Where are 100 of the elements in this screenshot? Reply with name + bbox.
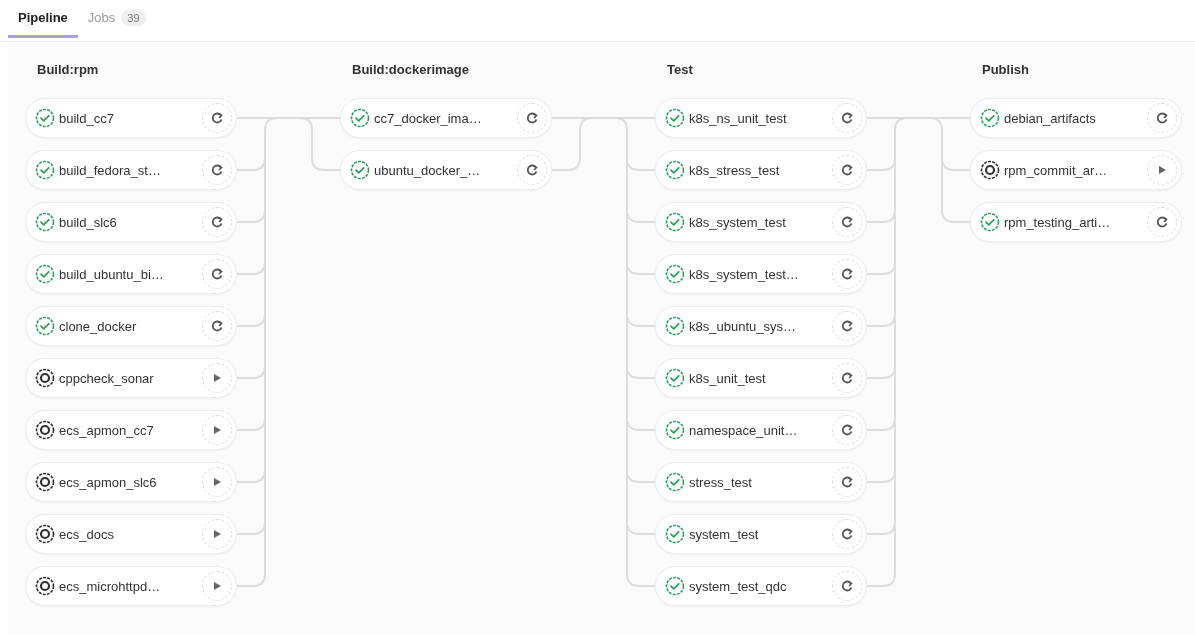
retry-icon xyxy=(840,371,854,385)
success-icon xyxy=(350,160,370,180)
retry-button[interactable] xyxy=(832,103,862,133)
play-icon xyxy=(1156,164,1168,176)
success-icon xyxy=(350,108,370,128)
success-icon xyxy=(665,264,685,284)
play-button[interactable] xyxy=(202,519,232,549)
tab[interactable]: Pipeline xyxy=(8,0,78,38)
retry-button[interactable] xyxy=(832,363,862,393)
retry-icon xyxy=(1155,111,1169,125)
job-pill[interactable]: k8s_stress_test xyxy=(655,150,867,190)
job-pill[interactable]: clone_docker xyxy=(25,306,237,346)
retry-icon xyxy=(840,527,854,541)
job-pill[interactable]: cppcheck_sonar xyxy=(25,358,237,398)
job-pill[interactable]: build_fedora_st… xyxy=(25,150,237,190)
play-icon xyxy=(211,528,223,540)
job-pill[interactable]: k8s_system_test… xyxy=(655,254,867,294)
retry-icon xyxy=(840,163,854,177)
retry-button[interactable] xyxy=(832,519,862,549)
job-pill[interactable]: rpm_commit_ar… xyxy=(970,150,1182,190)
retry-button[interactable] xyxy=(202,207,232,237)
gear-icon xyxy=(35,576,55,596)
success-icon xyxy=(665,160,685,180)
stage-title: Publish xyxy=(981,62,1030,79)
success-icon xyxy=(665,524,685,544)
play-icon xyxy=(211,476,223,488)
job-pill[interactable]: ecs_microhttpd… xyxy=(25,566,237,606)
gear-icon xyxy=(35,472,55,492)
success-icon xyxy=(665,316,685,336)
play-icon xyxy=(211,424,223,436)
job-pill[interactable]: ubuntu_docker_… xyxy=(340,150,552,190)
play-button[interactable] xyxy=(202,415,232,445)
play-button[interactable] xyxy=(202,363,232,393)
job-pill[interactable]: k8s_system_test xyxy=(655,202,867,242)
job-pill[interactable]: system_test_qdc xyxy=(655,566,867,606)
retry-button[interactable] xyxy=(1147,103,1177,133)
job-pill[interactable]: stress_test xyxy=(655,462,867,502)
job-pill[interactable]: k8s_ubuntu_sys… xyxy=(655,306,867,346)
success-icon xyxy=(35,212,55,232)
retry-icon xyxy=(840,267,854,281)
retry-button[interactable] xyxy=(832,467,862,497)
retry-icon xyxy=(1155,215,1169,229)
job-pill[interactable]: namespace_unit… xyxy=(655,410,867,450)
retry-icon xyxy=(210,215,224,229)
play-button[interactable] xyxy=(202,467,232,497)
success-icon xyxy=(665,108,685,128)
retry-button[interactable] xyxy=(517,155,547,185)
success-icon xyxy=(665,212,685,232)
retry-button[interactable] xyxy=(202,259,232,289)
job-pill[interactable]: ecs_docs xyxy=(25,514,237,554)
retry-icon xyxy=(840,215,854,229)
retry-button[interactable] xyxy=(832,571,862,601)
retry-button[interactable] xyxy=(832,415,862,445)
retry-icon xyxy=(840,475,854,489)
job-pill[interactable]: build_cc7 xyxy=(25,98,237,138)
retry-icon xyxy=(840,579,854,593)
job-pill[interactable]: ecs_apmon_cc7 xyxy=(25,410,237,450)
job-pill[interactable]: k8s_unit_test xyxy=(655,358,867,398)
retry-button[interactable] xyxy=(832,311,862,341)
count-badge: 39 xyxy=(121,9,146,26)
stage-title: Build:rpm xyxy=(36,62,100,79)
retry-icon xyxy=(210,319,224,333)
retry-button[interactable] xyxy=(202,311,232,341)
stage-title: Test xyxy=(666,62,694,79)
success-icon xyxy=(665,368,685,388)
success-icon xyxy=(665,420,685,440)
job-pill[interactable]: debian_artifacts xyxy=(970,98,1182,138)
retry-button[interactable] xyxy=(1147,207,1177,237)
retry-button[interactable] xyxy=(202,103,232,133)
job-pill[interactable]: k8s_ns_unit_test xyxy=(655,98,867,138)
gear-icon xyxy=(35,368,55,388)
success-icon xyxy=(35,160,55,180)
job-pill[interactable]: cc7_docker_ima… xyxy=(340,98,552,138)
retry-icon xyxy=(210,111,224,125)
retry-button[interactable] xyxy=(517,103,547,133)
retry-icon xyxy=(840,319,854,333)
retry-icon xyxy=(840,423,854,437)
retry-icon xyxy=(525,163,539,177)
play-button[interactable] xyxy=(202,571,232,601)
gear-icon xyxy=(35,524,55,544)
job-pill[interactable]: build_ubuntu_bi… xyxy=(25,254,237,294)
success-icon xyxy=(665,576,685,596)
job-pill[interactable]: build_slc6 xyxy=(25,202,237,242)
job-pill[interactable]: ecs_apmon_slc6 xyxy=(25,462,237,502)
retry-button[interactable] xyxy=(832,207,862,237)
success-icon xyxy=(35,264,55,284)
job-pill[interactable]: rpm_testing_arti… xyxy=(970,202,1182,242)
retry-button[interactable] xyxy=(832,259,862,289)
play-button[interactable] xyxy=(1147,155,1177,185)
tab[interactable]: Jobs 39 xyxy=(77,0,156,38)
success-icon xyxy=(665,472,685,492)
play-icon xyxy=(211,580,223,592)
job-pill[interactable]: system_test xyxy=(655,514,867,554)
retry-icon xyxy=(210,267,224,281)
gear-icon xyxy=(35,420,55,440)
retry-icon xyxy=(840,111,854,125)
retry-button[interactable] xyxy=(202,155,232,185)
gear-icon xyxy=(980,160,1000,180)
stage-title: Build:dockerimage xyxy=(351,62,471,79)
retry-button[interactable] xyxy=(832,155,862,185)
